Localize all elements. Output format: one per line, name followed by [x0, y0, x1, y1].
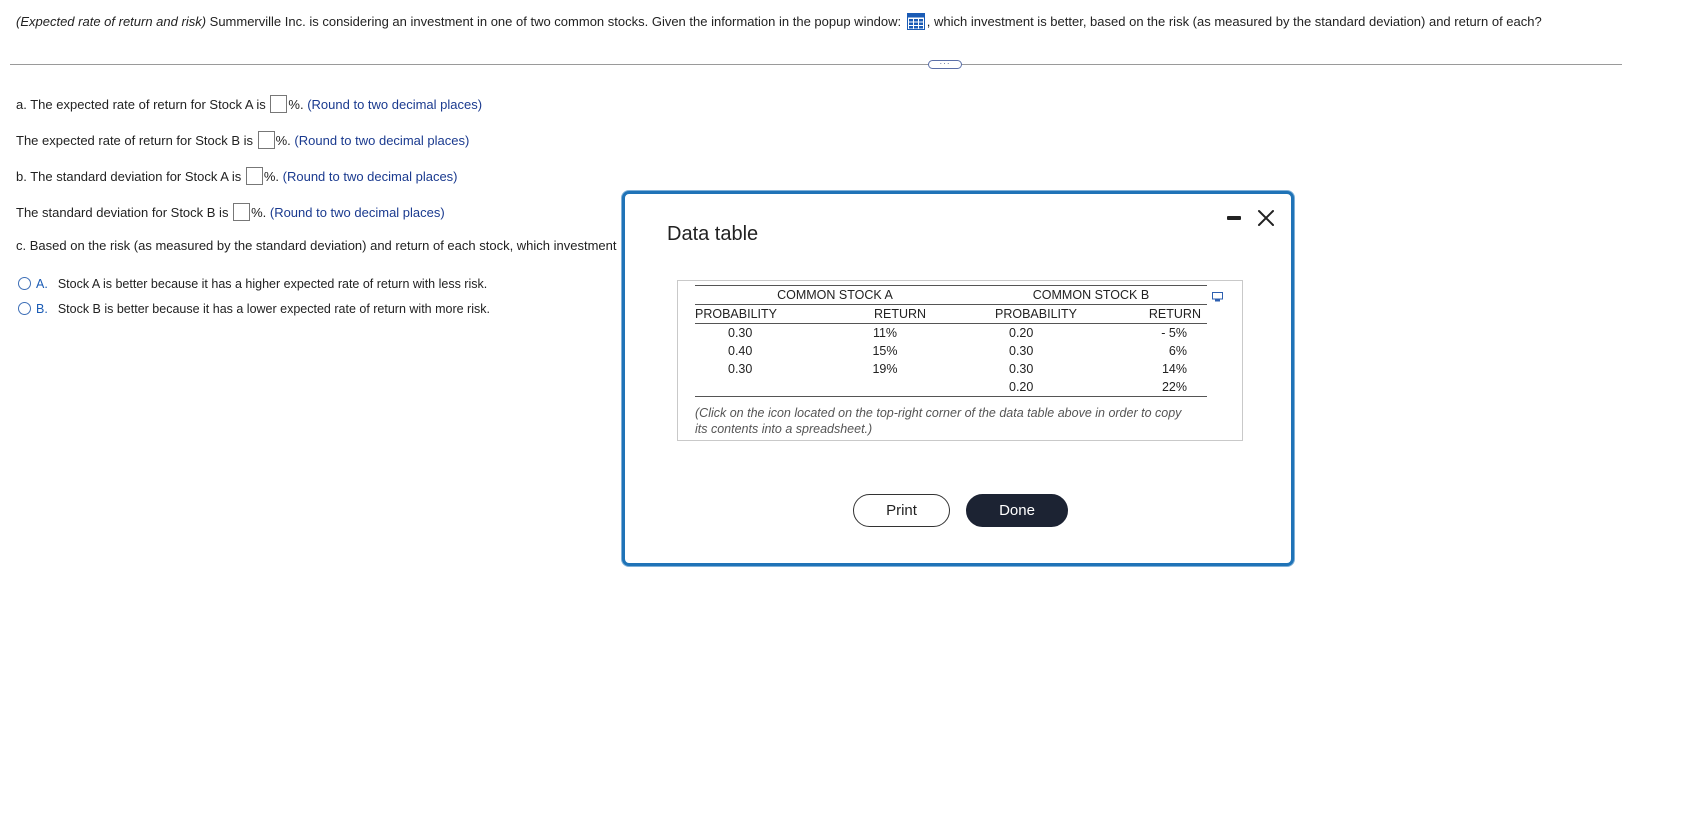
table-cell: 22%	[1105, 378, 1207, 397]
table-note: (Click on the icon located on the top-ri…	[695, 406, 1182, 436]
question-text: (Expected rate of return and risk) Summe…	[16, 13, 1656, 31]
choice-b-letter: B.	[36, 302, 48, 316]
table-cell: - 5%	[1161, 326, 1187, 340]
table-row: 0.30 19% 0.30 14%	[695, 360, 1207, 378]
copy-to-spreadsheet-icon[interactable]	[1212, 290, 1224, 302]
table-cell: 6%	[1168, 344, 1187, 358]
percent-sign: %.	[251, 205, 267, 220]
data-table-modal: Data table COMMON STOCK A COMMON STOCK B…	[622, 191, 1294, 566]
section-divider	[10, 64, 1622, 65]
group-header-stock-b: COMMON STOCK B	[975, 285, 1207, 305]
part-b-label: b.	[16, 169, 27, 184]
column-header: PROBABILITY	[975, 304, 1105, 324]
table-cell: 0.20	[975, 378, 1105, 397]
part-a-label: a.	[16, 97, 27, 112]
table-row: 0.20 22%	[695, 378, 1207, 397]
part-a2-text: The expected rate of return for Stock B …	[16, 133, 257, 148]
choice-b-text: Stock B is better because it has a lower…	[57, 302, 490, 316]
part-b2-text: The standard deviation for Stock B is	[16, 205, 233, 220]
table-cell: 14%	[1161, 362, 1187, 376]
rounding-hint: (Round to two decimal places)	[269, 205, 445, 220]
table-cell: 0.30	[1009, 362, 1034, 376]
choice-a-text: Stock A is better because it has a highe…	[57, 277, 488, 291]
table-cell: 0.20	[1009, 326, 1034, 340]
group-header-stock-a: COMMON STOCK A	[695, 285, 975, 305]
column-header: RETURN	[1105, 304, 1207, 324]
table-cell: 0.30	[728, 362, 753, 376]
question-topic: (Expected rate of return and risk)	[16, 14, 207, 29]
choice-b[interactable]: B. Stock B is better because it has a low…	[18, 301, 490, 317]
stock-a-std-dev-input[interactable]	[245, 167, 263, 185]
part-c-line: c. Based on the risk (as measured by the…	[16, 237, 626, 255]
percent-sign: %.	[275, 133, 291, 148]
data-table-grid-icon[interactable]	[906, 13, 925, 30]
table-cell	[695, 378, 795, 397]
part-b-text: The standard deviation for Stock A is	[26, 169, 245, 184]
stock-b-std-dev-input[interactable]	[233, 203, 251, 221]
table-cell: 0.30	[1009, 344, 1034, 358]
returns-table: COMMON STOCK A COMMON STOCK B PROBABILIT…	[695, 285, 1207, 397]
percent-sign: %.	[288, 97, 304, 112]
stock-a-expected-return-input[interactable]	[270, 95, 288, 113]
rounding-hint: (Round to two decimal places)	[307, 97, 483, 112]
data-table-frame: COMMON STOCK A COMMON STOCK B PROBABILIT…	[677, 280, 1243, 441]
part-a-line-2: The expected rate of return for Stock B …	[16, 131, 469, 150]
table-row: 0.30 11% 0.20 - 5%	[695, 324, 1207, 343]
table-cell: 0.30	[728, 326, 753, 340]
part-b-line-1: b. The standard deviation for Stock A is…	[16, 167, 458, 186]
table-cell: 0.40	[728, 344, 753, 358]
choice-b-radio[interactable]	[18, 302, 31, 315]
close-icon[interactable]	[1257, 209, 1275, 227]
question-body-end: , which investment is better, based on t…	[926, 14, 1542, 29]
modal-title: Data table	[667, 223, 759, 245]
print-button[interactable]: Print	[853, 494, 950, 527]
rounding-hint: (Round to two decimal places)	[282, 169, 458, 184]
part-a-text: The expected rate of return for Stock A …	[26, 97, 270, 112]
expand-more-button[interactable]: ···	[928, 60, 962, 69]
table-row: 0.40 15% 0.30 6%	[695, 342, 1207, 360]
table-cell	[795, 378, 975, 397]
table-cell: 11%	[872, 326, 898, 340]
minimize-icon[interactable]	[1227, 216, 1241, 220]
column-header: PROBABILITY	[695, 304, 795, 324]
percent-sign: %.	[263, 169, 280, 184]
choice-a[interactable]: A. Stock A is better because it has a hig…	[18, 276, 487, 292]
choice-a-letter: A.	[36, 277, 48, 291]
column-header: RETURN	[795, 304, 975, 324]
rounding-hint: (Round to two decimal places)	[294, 133, 470, 148]
table-cell: 15%	[872, 344, 898, 358]
part-a-line-1: a. The expected rate of return for Stock…	[16, 95, 482, 114]
stock-b-expected-return-input[interactable]	[257, 131, 275, 149]
choice-a-radio[interactable]	[18, 277, 31, 290]
done-button[interactable]: Done	[966, 494, 1068, 527]
part-c-text: Based on the risk (as measured by the st…	[26, 238, 617, 253]
part-b-line-2: The standard deviation for Stock B is %.…	[16, 203, 445, 222]
table-cell: 19%	[872, 362, 898, 376]
part-c-label: c.	[16, 238, 27, 253]
question-body-start: Summerville Inc. is considering an inves…	[206, 14, 905, 29]
